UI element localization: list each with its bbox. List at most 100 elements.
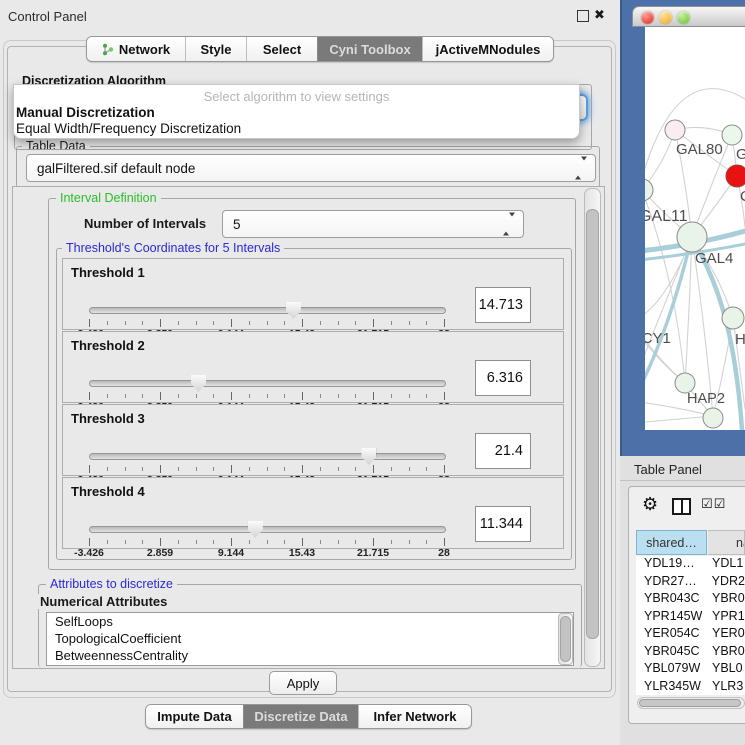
column-header-label: na xyxy=(736,536,745,550)
split-columns-icon[interactable] xyxy=(672,498,691,515)
table-row[interactable]: YDL19…YDL1 xyxy=(636,556,745,574)
network-graph: GAL80 GAL C GAL11 GAL4 GCY1 H HAP2 xyxy=(645,27,745,430)
apply-button[interactable]: Apply xyxy=(269,671,337,695)
close-window-icon[interactable] xyxy=(641,11,654,24)
table-column-header-name[interactable]: na xyxy=(708,530,745,555)
tab-network[interactable]: Network xyxy=(87,37,185,61)
network-node-gal4[interactable] xyxy=(677,222,707,252)
cell-shared-name: YBR045C xyxy=(636,644,712,662)
network-node-bottom[interactable] xyxy=(703,408,723,428)
table-horizontal-scrollbar-thumb[interactable] xyxy=(639,699,741,707)
list-item-selfloops[interactable]: SelfLoops xyxy=(47,613,573,630)
algorithm-dropdown-list: Select algorithm to view settings Manual… xyxy=(13,84,580,139)
slider-ticks xyxy=(89,392,444,400)
slider-track[interactable] xyxy=(89,453,446,460)
table-row[interactable]: YPR145WYPR1 xyxy=(636,609,745,627)
network-node-gal80[interactable] xyxy=(665,120,685,140)
network-node-gal11[interactable] xyxy=(645,179,653,201)
slider-thumb[interactable] xyxy=(191,375,206,392)
cell-name: YDL1 xyxy=(712,556,743,574)
stepper-icon xyxy=(575,161,587,176)
tab-infer-network-label: Infer Network xyxy=(373,709,456,724)
network-canvas[interactable]: GAL80 GAL C GAL11 GAL4 GCY1 H HAP2 xyxy=(645,27,745,430)
cyni-bottom-tabs: Impute Data Discretize Data Infer Networ… xyxy=(145,704,472,729)
tab-jactivemnodules[interactable]: jActiveMNodules xyxy=(422,37,553,61)
slider-thumb[interactable] xyxy=(361,448,376,465)
slider-thumb[interactable] xyxy=(286,302,301,319)
tab-select[interactable]: Select xyxy=(246,37,317,61)
table-row[interactable]: YER054CYER0 xyxy=(636,626,745,644)
attributes-list-scrollbar[interactable] xyxy=(558,613,573,665)
dropdown-hint: Select algorithm to view settings xyxy=(14,85,579,105)
node-label-gal80: GAL80 xyxy=(676,141,723,158)
column-header-label: shared… xyxy=(646,536,697,550)
gear-icon[interactable]: ⚙ xyxy=(642,494,658,515)
dropdown-option-manual[interactable]: Manual Discretization xyxy=(14,105,579,121)
tab-style[interactable]: Style xyxy=(185,37,246,61)
network-nodes xyxy=(645,120,745,428)
table-row[interactable]: YLR345WYLR3 xyxy=(636,679,745,696)
num-intervals-select[interactable]: 5 xyxy=(222,210,524,238)
cell-name: YBR0 xyxy=(712,591,745,609)
network-node-selected-red[interactable] xyxy=(726,165,745,187)
list-item-topologicalcoefficient[interactable]: TopologicalCoefficient xyxy=(47,630,573,647)
attributes-list-scrollbar-thumb[interactable] xyxy=(560,616,571,662)
node-label-hap2: HAP2 xyxy=(687,391,725,407)
table-row[interactable]: YBR043CYBR0 xyxy=(636,591,745,609)
slider-track[interactable] xyxy=(89,307,446,314)
threshold-1-label: Threshold 1 xyxy=(71,265,145,280)
minimize-window-icon[interactable] xyxy=(659,11,672,24)
table-horizontal-scrollbar[interactable] xyxy=(637,697,745,709)
network-node-gal[interactable] xyxy=(722,125,742,145)
network-node-h[interactable] xyxy=(722,307,744,329)
cell-name: YDR2 xyxy=(712,574,745,592)
cell-name: YPR1 xyxy=(712,609,745,627)
settings-scrollbar[interactable] xyxy=(584,188,601,667)
node-label-gal11: GAL11 xyxy=(645,208,688,225)
slider-ticks xyxy=(89,465,444,473)
slider-track[interactable] xyxy=(89,380,446,387)
slider-track[interactable] xyxy=(89,526,446,533)
threshold-4-slider[interactable]: -3.4262.8599.14415.4321.71528 xyxy=(89,526,444,556)
float-window-icon[interactable] xyxy=(577,10,589,22)
tab-infer-network[interactable]: Infer Network xyxy=(358,705,471,728)
table-row[interactable]: YBL079WYBL0 xyxy=(636,661,745,679)
threshold-4-value-field[interactable]: 11.344 xyxy=(475,506,531,542)
settings-scrollbar-thumb[interactable] xyxy=(586,209,599,639)
cell-shared-name: YPR145W xyxy=(636,609,712,627)
tab-discretize-data-label: Discretize Data xyxy=(254,709,347,724)
tab-impute-data-label: Impute Data xyxy=(157,709,231,724)
threshold-2-block: Threshold 2 -3.4262.8599.14415.4321.7152… xyxy=(62,331,564,403)
dropdown-option-equal-width[interactable]: Equal Width/Frequency Discretization xyxy=(14,121,579,137)
network-window-titlebar[interactable] xyxy=(632,6,745,27)
control-panel-tabs: Network Style Select Cyni Toolbox jActiv… xyxy=(86,36,554,62)
slider-thumb[interactable] xyxy=(248,521,263,538)
network-icon xyxy=(102,43,114,56)
table-data-select[interactable]: galFiltered.sif default node xyxy=(26,154,596,182)
tab-discretize-data[interactable]: Discretize Data xyxy=(243,705,358,728)
zoom-window-icon[interactable] xyxy=(677,11,690,24)
tab-cyni-toolbox[interactable]: Cyni Toolbox xyxy=(317,37,422,61)
close-icon[interactable]: ✖ xyxy=(594,9,605,22)
interval-definition-title: Interval Definition xyxy=(56,192,161,205)
table-column-header-shared[interactable]: shared… xyxy=(636,530,707,555)
select-columns-checkboxes-icon[interactable]: ☑☑ xyxy=(701,497,726,512)
threshold-3-block: Threshold 3 -3.4262.8599.14415.4321.7152… xyxy=(62,404,564,476)
threshold-3-value-field[interactable]: 21.4 xyxy=(475,433,531,469)
tab-select-label: Select xyxy=(263,42,301,57)
network-node-hap2[interactable] xyxy=(675,373,695,393)
threshold-1-value-field[interactable]: 14.713 xyxy=(475,287,531,323)
cell-shared-name: YER054C xyxy=(636,626,712,644)
screen: Control Panel ✖ Network Style Select Cyn… xyxy=(0,0,745,745)
table-row[interactable]: YBR045CYBR0 xyxy=(636,644,745,662)
node-label-h-partial: H xyxy=(735,331,745,348)
tab-impute-data[interactable]: Impute Data xyxy=(146,705,243,728)
threshold-2-value-field[interactable]: 6.316 xyxy=(475,360,531,396)
table-row[interactable]: YDR27…YDR2 xyxy=(636,574,745,592)
tab-network-label: Network xyxy=(119,42,170,57)
divider xyxy=(620,480,745,481)
table-data-selected: galFiltered.sif default node xyxy=(37,161,195,176)
list-item-betweennesscentrality[interactable]: BetweennessCentrality xyxy=(47,647,573,664)
threshold-4-block: Threshold 4 -3.4262.8599.14415.4321.7152… xyxy=(62,477,564,549)
thresholds-group-title: Threshold's Coordinates for 5 Intervals xyxy=(62,242,284,255)
